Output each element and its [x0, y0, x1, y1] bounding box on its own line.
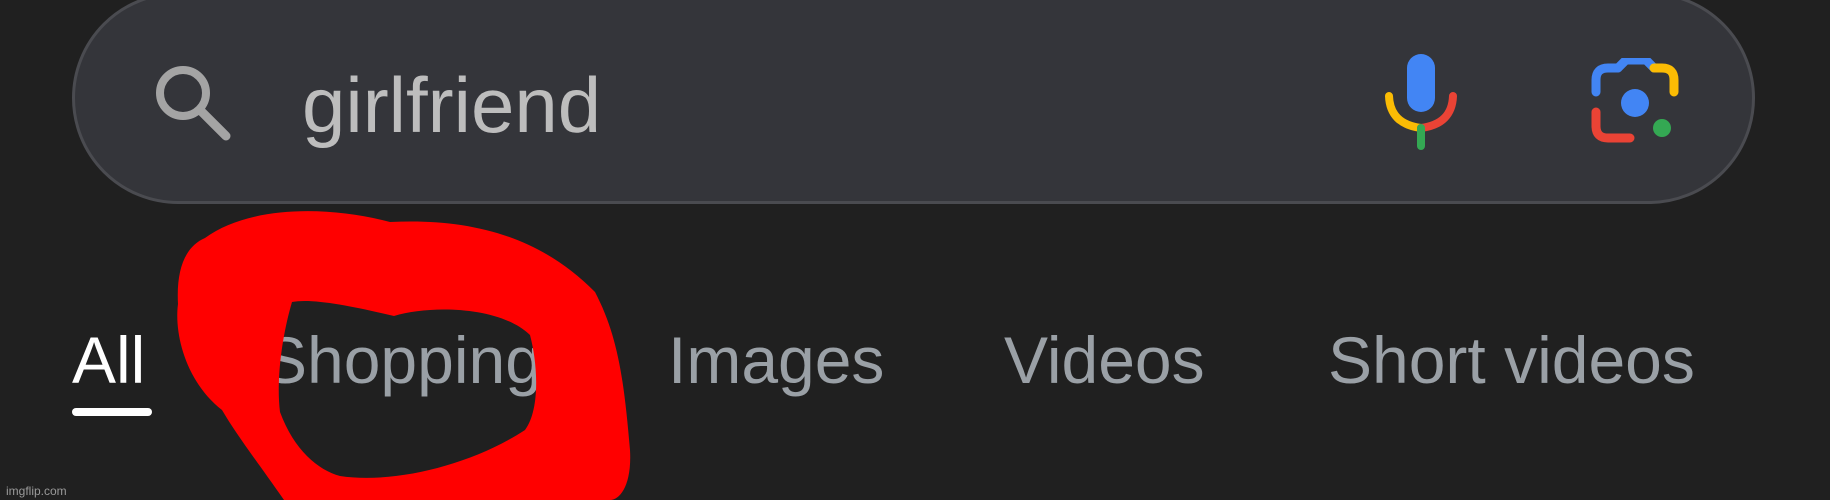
active-tab-indicator: [72, 408, 152, 416]
tab-all[interactable]: All: [72, 310, 145, 410]
mic-icon[interactable]: [1380, 54, 1462, 152]
tab-shopping[interactable]: Shopping: [263, 310, 542, 410]
search-input[interactable]: [302, 50, 1202, 160]
search-icon[interactable]: [152, 62, 236, 146]
screen: All Shopping Images Videos Short videos …: [0, 0, 1830, 500]
tab-images[interactable]: Images: [668, 310, 884, 410]
tab-videos[interactable]: Videos: [1004, 310, 1205, 410]
search-tabs: All Shopping Images Videos Short videos: [0, 300, 1830, 440]
camera-lens-icon[interactable]: [1590, 55, 1680, 148]
watermark: imgflip.com: [6, 484, 67, 498]
tab-short-videos[interactable]: Short videos: [1328, 310, 1695, 410]
